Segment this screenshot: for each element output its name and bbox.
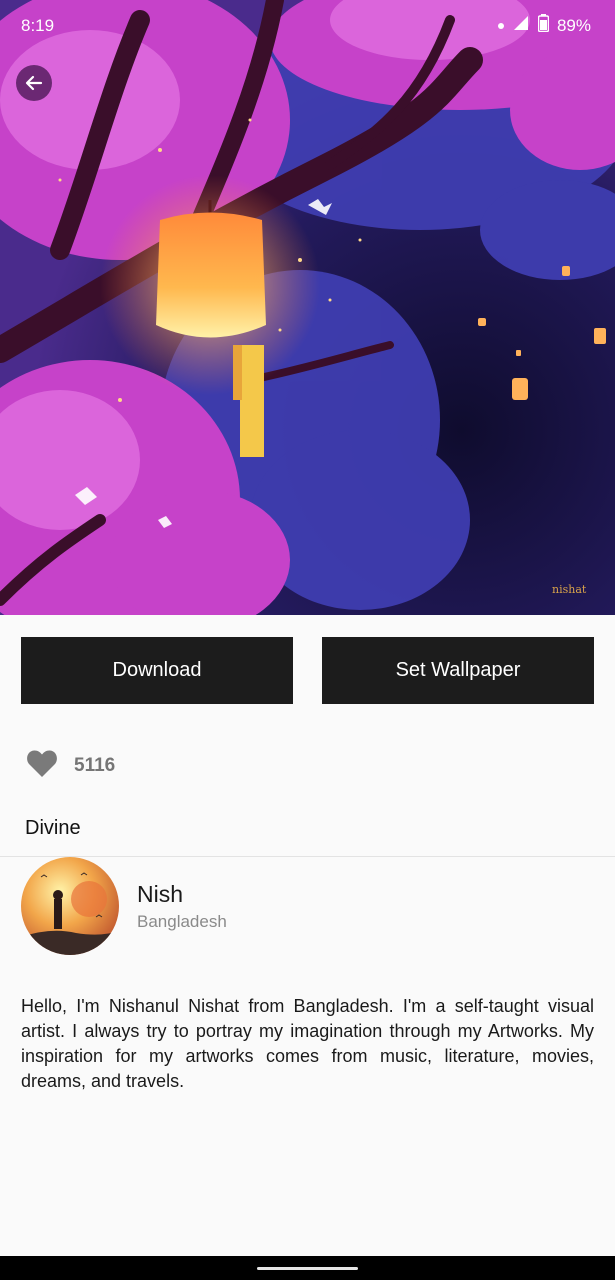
status-bar: 8:19 89% (0, 0, 615, 52)
battery-percentage: 89% (556, 15, 591, 35)
author-name[interactable]: Nish (137, 881, 183, 908)
artwork-illustration: nishat (0, 0, 615, 615)
status-icons: 89% (497, 14, 591, 37)
navigation-bar (0, 1256, 615, 1280)
author-avatar[interactable] (21, 857, 119, 955)
divider (0, 856, 615, 857)
back-button[interactable] (16, 65, 52, 101)
set-wallpaper-button[interactable]: Set Wallpaper (322, 637, 594, 704)
home-gesture-handle[interactable] (257, 1267, 358, 1270)
likes-count: 5116 (74, 754, 116, 776)
likes-row: 5116 (26, 748, 115, 783)
artwork-watermark: nishat (552, 583, 587, 596)
notification-dot-icon (497, 22, 504, 29)
heart-icon[interactable] (26, 748, 58, 783)
status-time: 8:19 (21, 16, 55, 35)
wallpaper-title: Divine (25, 817, 81, 839)
author-bio: Hello, I'm Nishanul Nishat from Banglade… (21, 996, 594, 1091)
author-location: Bangladesh (137, 912, 227, 931)
download-button[interactable]: Download (21, 637, 293, 704)
wallpaper-preview-image[interactable]: nishat (0, 0, 615, 615)
battery-icon (537, 14, 550, 37)
arrow-left-icon (25, 75, 43, 91)
signal-icon (512, 14, 530, 37)
